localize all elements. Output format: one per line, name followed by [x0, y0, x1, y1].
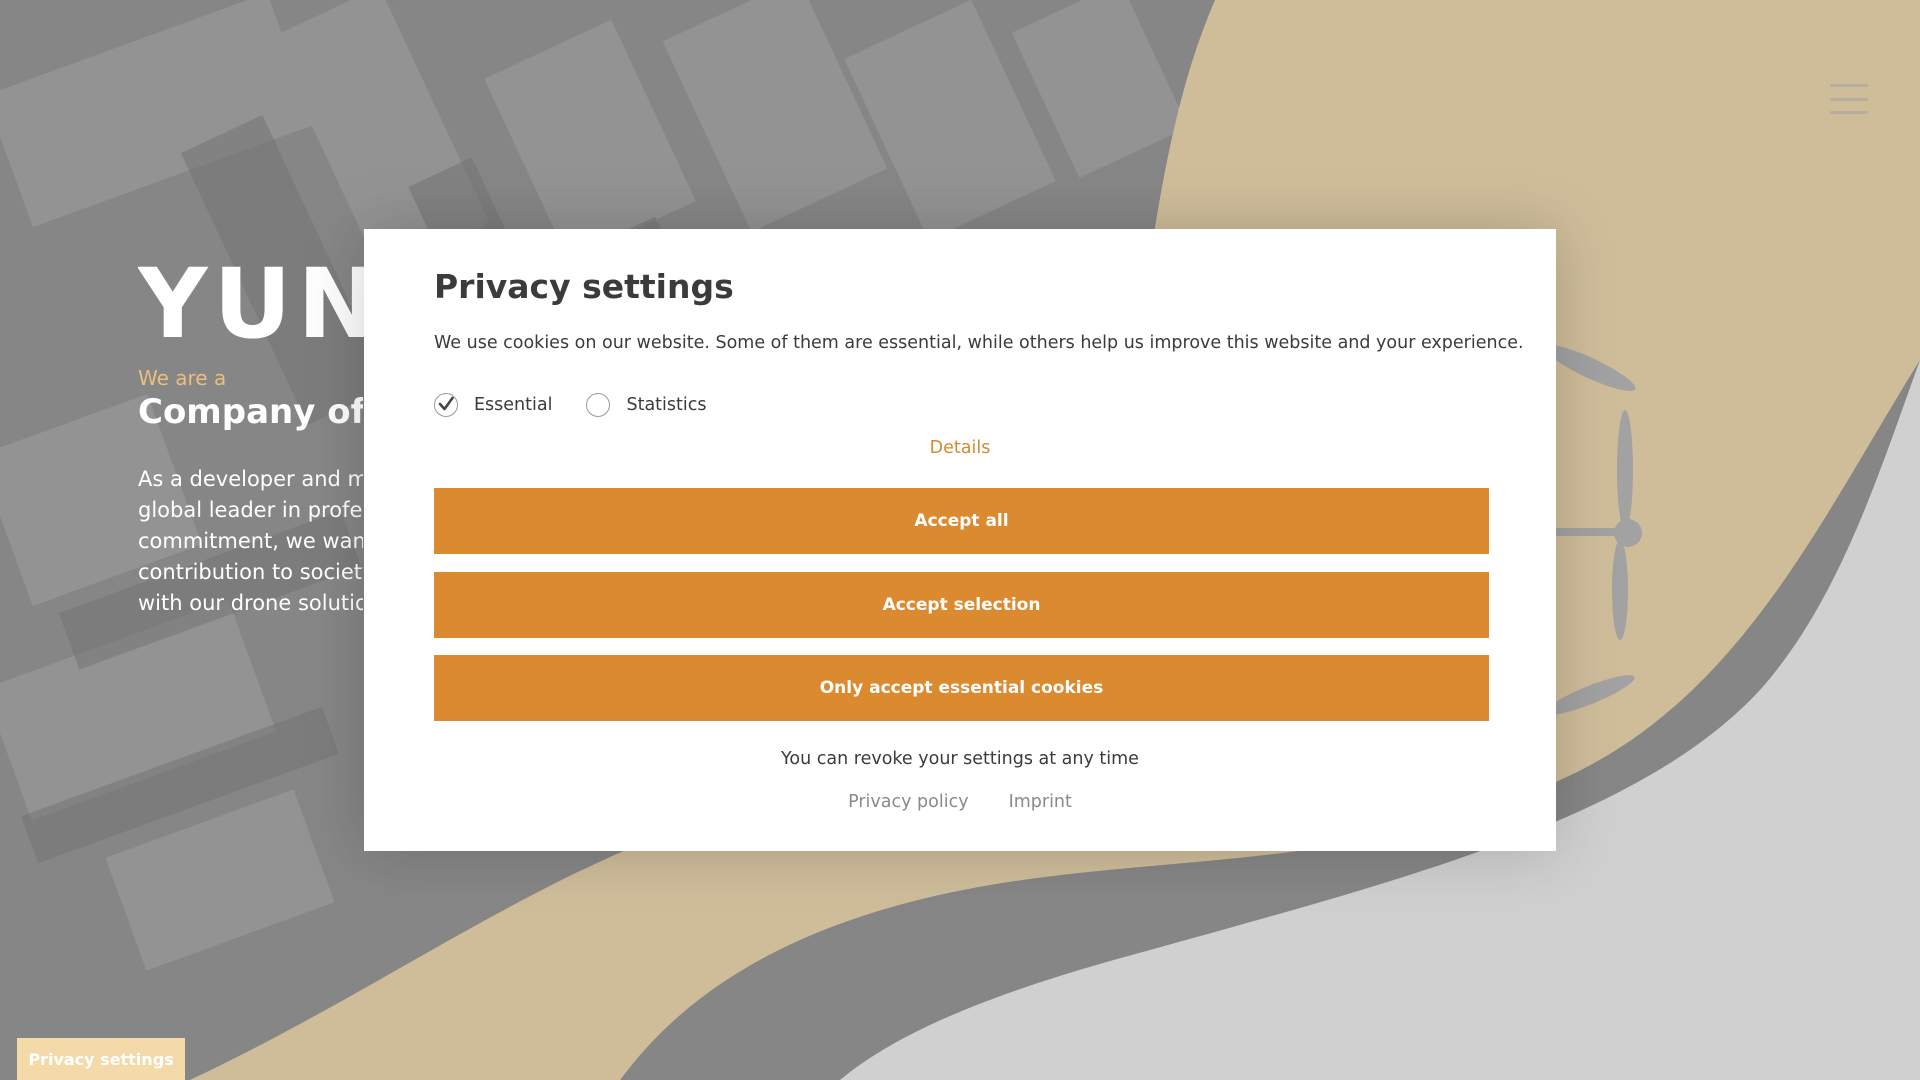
cookie-options: Essential Statistics	[434, 393, 706, 417]
privacy-settings-tab[interactable]: Privacy settings	[17, 1038, 185, 1080]
dialog-footer-links: Privacy policy Imprint	[364, 792, 1556, 812]
dialog-description: We use cookies on our website. Some of t…	[434, 333, 1524, 353]
checkbox-checked-icon[interactable]	[434, 393, 458, 417]
hamburger-menu-icon[interactable]	[1830, 84, 1868, 114]
hero-eyebrow: We are a	[138, 366, 227, 390]
hero-body: As a developer and ma global leader in p…	[138, 464, 363, 619]
accept-all-button[interactable]: Accept all	[434, 488, 1489, 554]
option-essential-label: Essential	[474, 395, 553, 415]
option-statistics[interactable]: Statistics	[586, 393, 706, 417]
option-statistics-label: Statistics	[626, 395, 707, 415]
essential-only-button[interactable]: Only accept essential cookies	[434, 655, 1489, 721]
dialog-title: Privacy settings	[434, 267, 734, 306]
details-link[interactable]: Details	[364, 438, 1556, 458]
menu-line	[1830, 111, 1868, 114]
hero-body-line: commitment, we want	[138, 529, 363, 553]
hero-body-line: contribution to society	[138, 560, 363, 584]
accept-selection-button[interactable]: Accept selection	[434, 572, 1489, 638]
hero-body-line: As a developer and ma	[138, 467, 363, 491]
hero-title: Company of A	[138, 392, 363, 432]
details-link-text[interactable]: Details	[930, 438, 991, 458]
privacy-settings-dialog: Privacy settings We use cookies on our w…	[364, 229, 1556, 851]
privacy-policy-link[interactable]: Privacy policy	[848, 792, 968, 812]
checkbox-unchecked-icon[interactable]	[586, 393, 611, 417]
hero-body-line: with our drone solutio	[138, 591, 363, 615]
hero-body-line: global leader in profes	[138, 498, 363, 522]
option-essential[interactable]: Essential	[434, 393, 552, 417]
menu-line	[1830, 97, 1868, 101]
revoke-notice: You can revoke your settings at any time	[781, 749, 1139, 769]
menu-line	[1830, 84, 1868, 87]
brand-logo: YUNE	[138, 256, 368, 352]
imprint-link[interactable]: Imprint	[1009, 792, 1072, 812]
